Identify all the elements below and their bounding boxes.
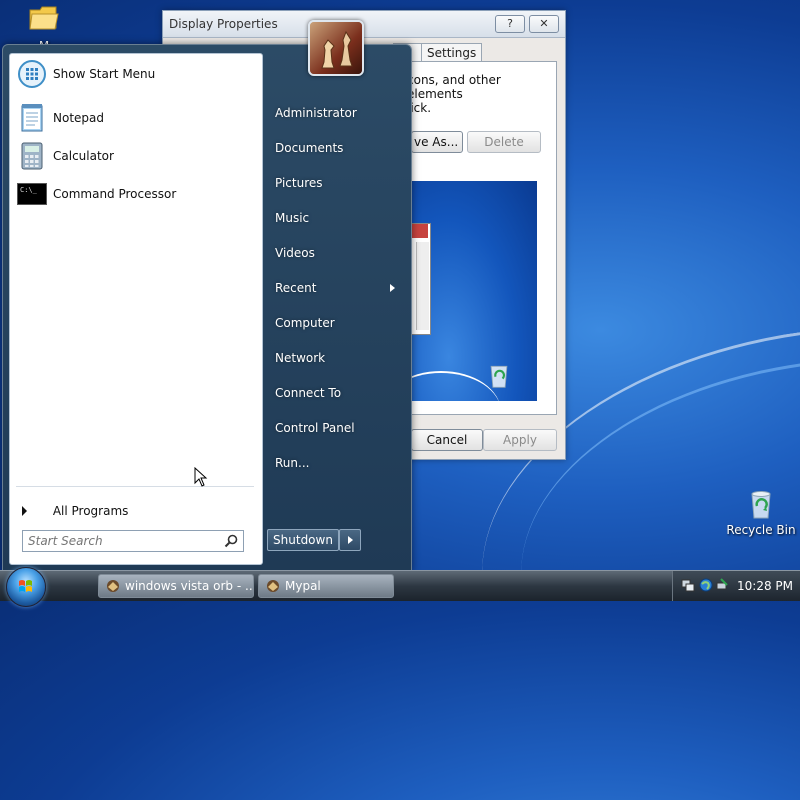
all-programs-button[interactable]: All Programs [22,504,128,518]
separator [16,486,254,487]
desktop-icon-label: Recycle Bin [726,523,796,537]
start-place-control-panel[interactable]: Control Panel [275,411,405,445]
start-place-videos[interactable]: Videos [275,236,405,270]
safely-remove-icon[interactable] [715,578,729,592]
start-item-label: Show Start Menu [53,67,156,81]
mypal-browser-icon [107,580,119,592]
start-place-computer[interactable]: Computer [275,306,405,340]
system-tray: 10:28 PM [672,571,800,601]
start-place-documents[interactable]: Documents [275,131,405,165]
start-item-label: Notepad [53,111,104,125]
start-place-recent[interactable]: Recent [275,271,405,305]
taskbar-button-mypal[interactable]: Mypal [258,574,394,598]
arrow-right-icon [348,536,353,544]
cancel-button[interactable]: Cancel [411,429,483,451]
submenu-arrow-icon [390,284,395,292]
start-place-administrator[interactable]: Administrator [275,96,405,130]
description-line: lick. [407,101,432,115]
help-button[interactable]: ? [495,15,525,33]
notepad-icon [16,102,48,134]
globe-icon[interactable] [699,578,713,592]
start-place-pictures[interactable]: Pictures [275,166,405,200]
close-button[interactable]: ✕ [529,15,559,33]
start-place-label: Recent [275,281,317,295]
folder-icon [29,6,59,30]
preview-recycle-bin-icon [490,365,508,388]
command-prompt-text: C:\_ [17,183,47,205]
delete-button[interactable]: Delete [467,131,541,153]
window-title-bar[interactable]: Display Properties ? ✕ [163,11,565,38]
command-prompt-icon: C:\_ [16,178,48,210]
taskbar-button-label: Mypal [285,579,321,593]
chess-pieces-icon [310,22,362,74]
mypal-browser-icon [267,580,279,592]
start-place-music[interactable]: Music [275,201,405,235]
start-item-label: Calculator [53,149,114,163]
tab-settings[interactable]: Settings [421,43,483,62]
desktop-icon-recycle-bin[interactable]: Recycle Bin [724,488,798,537]
mouse-cursor-icon [194,467,208,487]
taskbar-button-label: windows vista orb - ... [125,579,254,593]
shutdown-options-button[interactable] [339,529,361,551]
start-item-show-start-menu[interactable]: Show Start Menu [16,58,254,90]
description-text: cons, and other elements lick. [407,73,557,115]
taskbar-button-browser[interactable]: windows vista orb - ... [98,574,254,598]
theme-preview [411,181,537,401]
start-place-network[interactable]: Network [275,341,405,375]
save-as-button[interactable]: ve As... [411,131,463,153]
start-item-label: Command Processor [53,187,177,201]
start-item-calculator[interactable]: Calculator [16,140,254,172]
recycle-bin-icon [751,491,771,519]
start-menu-places-pane: Administrator Documents Pictures Music V… [261,45,411,571]
start-orb-button[interactable] [6,567,46,607]
preview-window [411,223,431,335]
shutdown-button[interactable]: Shutdown [267,529,339,551]
description-line: cons, and other elements [407,73,501,101]
arrow-right-icon [22,506,27,516]
calculator-icon [16,140,48,172]
start-menu-programs-pane: Show Start Menu Notepad Calculator C:\_ … [9,53,263,565]
start-item-notepad[interactable]: Notepad [16,102,254,134]
clock[interactable]: 10:28 PM [737,579,793,593]
start-place-run[interactable]: Run... [275,446,405,480]
preview-close-icon [412,224,428,238]
window-title: Display Properties [169,17,278,31]
start-place-connect-to[interactable]: Connect To [275,376,405,410]
taskbar: windows vista orb - ... Mypal 10:28 PM [0,567,800,607]
apply-button[interactable]: Apply [483,429,557,451]
all-programs-label: All Programs [52,504,129,518]
search-icon[interactable] [223,533,239,549]
windows-logo-icon [19,580,32,592]
network-icon[interactable] [681,578,695,592]
start-search-box[interactable] [22,530,244,552]
user-picture[interactable] [308,20,364,76]
preview-scrollbar [416,242,429,330]
start-item-command-processor[interactable]: C:\_ Command Processor [16,178,254,210]
start-menu: Show Start Menu Notepad Calculator C:\_ … [2,44,412,572]
start-search-input[interactable] [23,531,220,551]
show-start-menu-icon [16,58,48,90]
